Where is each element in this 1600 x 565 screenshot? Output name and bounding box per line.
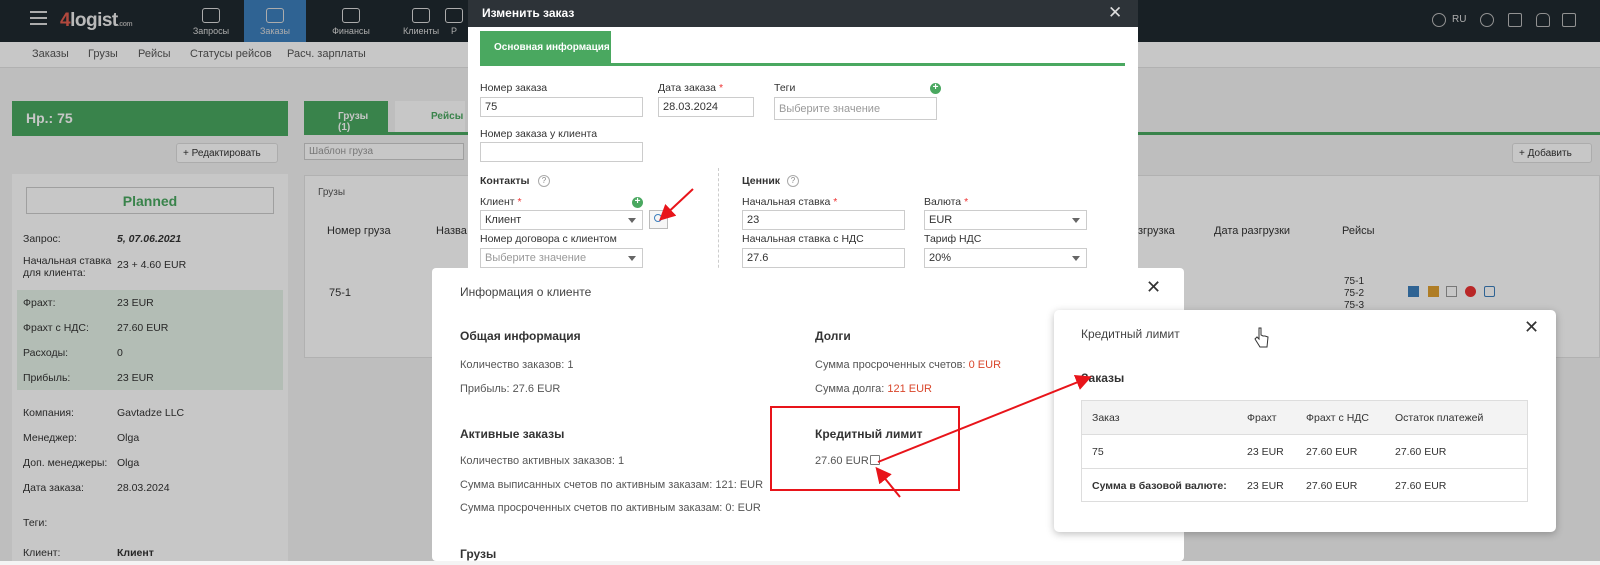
arrow-to-link bbox=[875, 466, 901, 498]
annotation-arrows bbox=[659, 188, 1092, 498]
arrow-to-search bbox=[659, 188, 694, 221]
arrow-to-credit-modal bbox=[877, 375, 1092, 463]
